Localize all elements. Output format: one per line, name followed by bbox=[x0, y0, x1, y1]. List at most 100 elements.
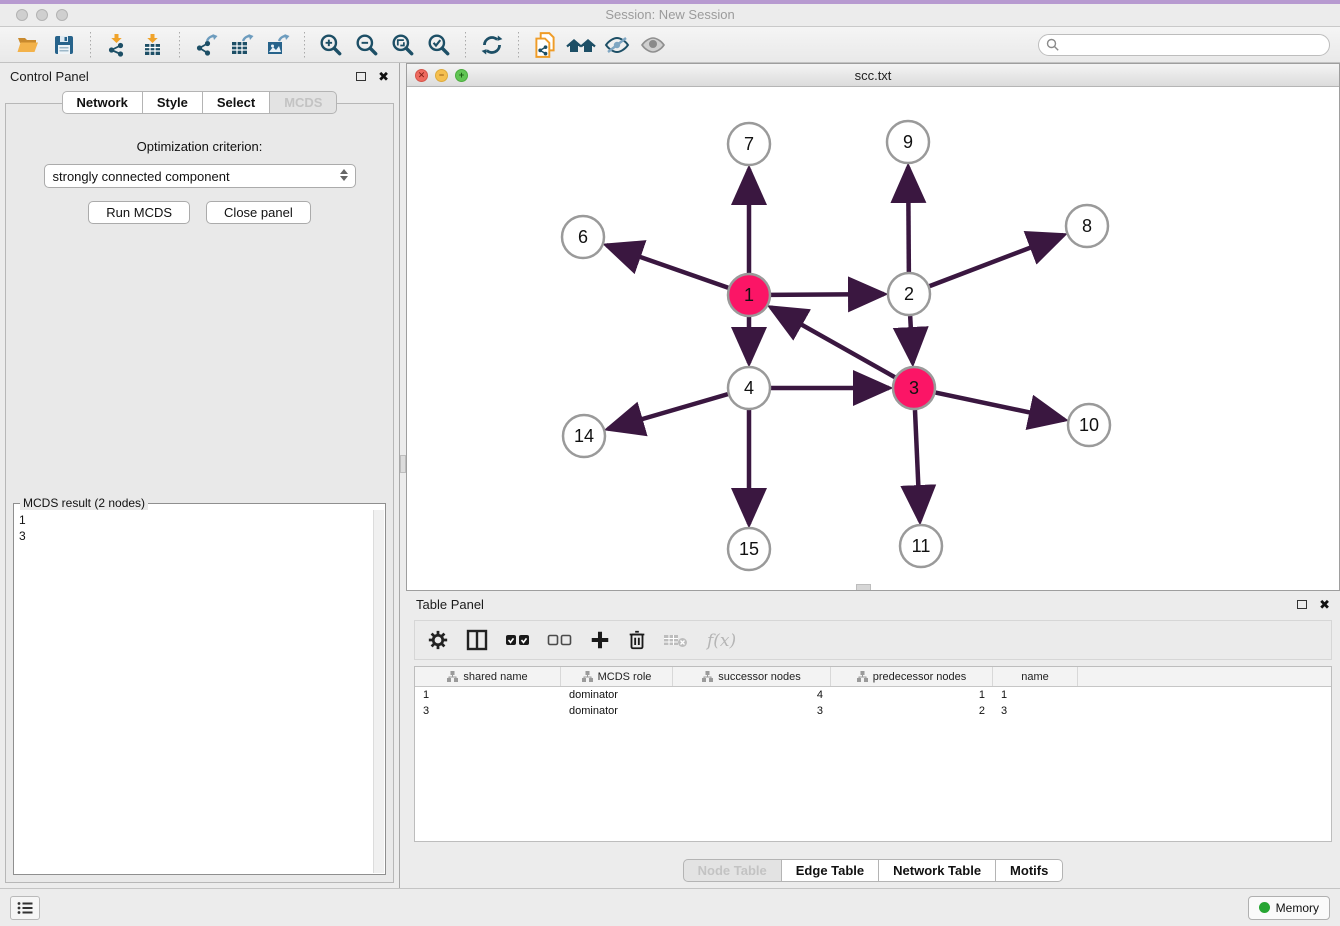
export-network-button[interactable] bbox=[188, 30, 224, 60]
table-tab-network-table[interactable]: Network Table bbox=[879, 859, 996, 882]
close-panel-icon[interactable]: ✖ bbox=[378, 70, 389, 83]
network-view-title: scc.txt bbox=[407, 68, 1339, 83]
edge-2-9[interactable] bbox=[908, 167, 909, 272]
svg-text:2: 2 bbox=[904, 284, 914, 304]
column-header-shared-name[interactable]: shared name bbox=[415, 667, 561, 686]
edge-2-3[interactable] bbox=[910, 316, 913, 363]
graph-node-9[interactable]: 9 bbox=[887, 121, 929, 163]
column-header-successor-nodes[interactable]: successor nodes bbox=[673, 667, 831, 686]
table-tab-edge-table[interactable]: Edge Table bbox=[782, 859, 879, 882]
float-panel-icon[interactable] bbox=[356, 72, 366, 81]
select-all-checks-icon[interactable] bbox=[505, 631, 531, 649]
zoom-fit-button[interactable] bbox=[385, 30, 421, 60]
graph-node-11[interactable]: 11 bbox=[900, 525, 942, 567]
graph-node-6[interactable]: 6 bbox=[562, 216, 604, 258]
zoom-in-button[interactable] bbox=[313, 30, 349, 60]
graph-node-7[interactable]: 7 bbox=[728, 123, 770, 165]
close-panel-button[interactable]: Close panel bbox=[206, 201, 311, 224]
table-row[interactable]: 1dominator411 bbox=[415, 687, 1331, 703]
table-cell[interactable]: 4 bbox=[673, 687, 831, 703]
tab-mcds[interactable]: MCDS bbox=[270, 91, 337, 114]
float-table-panel-icon[interactable] bbox=[1297, 600, 1307, 609]
svg-text:11: 11 bbox=[912, 536, 931, 556]
edge-4-14[interactable] bbox=[608, 394, 728, 429]
export-image-button[interactable] bbox=[260, 30, 296, 60]
table-cell[interactable]: 1 bbox=[415, 687, 561, 703]
hide-show-button[interactable] bbox=[599, 30, 635, 60]
zoom-out-button[interactable] bbox=[349, 30, 385, 60]
zoom-selected-button[interactable] bbox=[421, 30, 457, 60]
open-session-button[interactable] bbox=[10, 30, 46, 60]
table-cell[interactable]: 3 bbox=[993, 703, 1078, 719]
edge-1-2[interactable] bbox=[771, 294, 884, 295]
graph-node-8[interactable]: 8 bbox=[1066, 205, 1108, 247]
split-columns-icon[interactable] bbox=[465, 628, 489, 652]
save-session-button[interactable] bbox=[46, 30, 82, 60]
graph-node-1[interactable]: 1 bbox=[728, 274, 770, 316]
refresh-button[interactable] bbox=[474, 30, 510, 60]
edge-3-10[interactable] bbox=[936, 393, 1065, 420]
tab-select[interactable]: Select bbox=[203, 91, 270, 114]
table-cell[interactable]: dominator bbox=[561, 703, 673, 719]
table-cell[interactable]: 1 bbox=[831, 687, 993, 703]
graph-node-2[interactable]: 2 bbox=[888, 273, 930, 315]
graph-node-15[interactable]: 15 bbox=[728, 528, 770, 570]
tab-style[interactable]: Style bbox=[143, 91, 203, 114]
add-column-icon[interactable] bbox=[589, 629, 611, 651]
column-header-predecessor-nodes[interactable]: predecessor nodes bbox=[831, 667, 993, 686]
edge-1-6[interactable] bbox=[607, 245, 729, 287]
app-title: Session: New Session bbox=[0, 7, 1340, 22]
run-mcds-button[interactable]: Run MCDS bbox=[88, 201, 190, 224]
svg-text:7: 7 bbox=[744, 134, 754, 154]
network-graph[interactable]: 7 9 6 8 1 2 4 3 14 10 15 11 bbox=[407, 87, 1338, 590]
zoom-fit-icon bbox=[390, 32, 416, 58]
apply-function-icon[interactable]: f(x) bbox=[705, 628, 741, 652]
graph-node-10[interactable]: 10 bbox=[1068, 404, 1110, 446]
column-header-MCDS-role[interactable]: MCDS role bbox=[561, 667, 673, 686]
edge-2-8[interactable] bbox=[930, 235, 1064, 286]
visibility-button[interactable] bbox=[635, 30, 671, 60]
home-views-button[interactable] bbox=[563, 30, 599, 60]
mcds-result-scrollbar[interactable] bbox=[373, 510, 384, 873]
export-table-button[interactable] bbox=[224, 30, 260, 60]
settings-gear-icon[interactable] bbox=[427, 629, 449, 651]
graph-node-4[interactable]: 4 bbox=[728, 367, 770, 409]
edge-3-1[interactable] bbox=[771, 307, 895, 377]
tab-network[interactable]: Network bbox=[62, 91, 143, 114]
criterion-dropdown[interactable]: strongly connected component bbox=[44, 164, 356, 188]
clone-network-button[interactable] bbox=[527, 30, 563, 60]
table-cell[interactable]: 3 bbox=[415, 703, 561, 719]
command-list-button[interactable] bbox=[10, 896, 40, 920]
table-cell[interactable]: 1 bbox=[993, 687, 1078, 703]
table-cell[interactable]: 2 bbox=[831, 703, 993, 719]
table-tab-motifs[interactable]: Motifs bbox=[996, 859, 1063, 882]
import-table-button[interactable] bbox=[135, 30, 171, 60]
delete-table-icon[interactable] bbox=[663, 631, 689, 649]
mcds-result-list[interactable]: 1 3 bbox=[15, 510, 384, 873]
table-cell[interactable]: dominator bbox=[561, 687, 673, 703]
toolbar-separator bbox=[304, 32, 305, 58]
table-cell[interactable]: 3 bbox=[673, 703, 831, 719]
mcds-result-item[interactable]: 3 bbox=[19, 528, 380, 544]
graph-node-14[interactable]: 14 bbox=[563, 415, 605, 457]
mcds-result-item[interactable]: 1 bbox=[19, 512, 380, 528]
memory-button[interactable]: Memory bbox=[1248, 896, 1330, 920]
search-input[interactable] bbox=[1038, 34, 1330, 56]
import-network-button[interactable] bbox=[99, 30, 135, 60]
delete-column-icon[interactable] bbox=[627, 629, 647, 651]
graph-node-3[interactable]: 3 bbox=[893, 367, 935, 409]
splitter-grip[interactable] bbox=[400, 455, 406, 473]
table-tab-node-table[interactable]: Node Table bbox=[683, 859, 782, 882]
import-table-icon bbox=[141, 33, 165, 57]
svg-text:10: 10 bbox=[1079, 415, 1099, 435]
column-header-name[interactable]: name bbox=[993, 667, 1078, 686]
node-table[interactable]: shared nameMCDS rolesuccessor nodesprede… bbox=[414, 666, 1332, 842]
table-row[interactable]: 3dominator323 bbox=[415, 703, 1331, 719]
control-panel-header: Control Panel ✖ bbox=[0, 63, 399, 89]
canvas-resize-grip[interactable] bbox=[856, 584, 871, 590]
search-container bbox=[1038, 34, 1330, 56]
deselect-checks-icon[interactable] bbox=[547, 631, 573, 649]
network-canvas[interactable]: 7 9 6 8 1 2 4 3 14 10 15 11 bbox=[407, 87, 1339, 590]
edge-3-11[interactable] bbox=[915, 410, 920, 521]
close-table-panel-icon[interactable]: ✖ bbox=[1319, 598, 1330, 611]
